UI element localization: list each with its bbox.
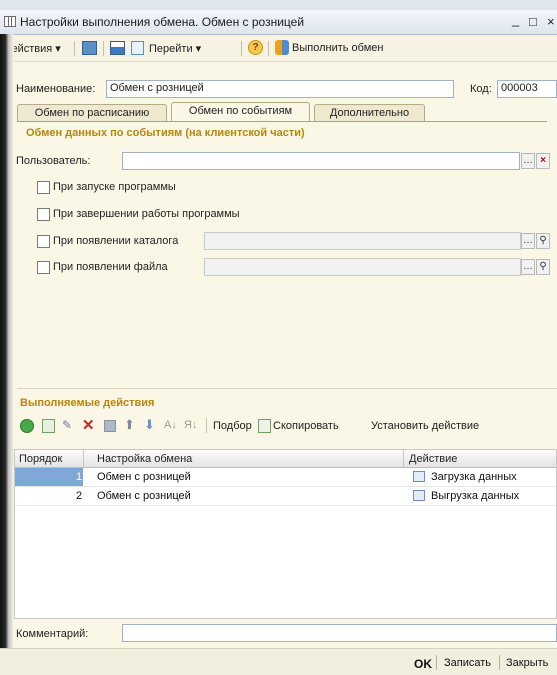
minimize-button[interactable]: _ [512,12,519,27]
window-left-edge [0,34,14,648]
toolbar-separator [74,41,75,56]
user-label: Пользователь: [16,155,91,167]
section-divider [17,388,557,389]
user-clear-button[interactable]: × [536,153,550,169]
window-title: Настройки выполнения обмена. Обмен с роз… [20,15,305,29]
footer-separator [499,655,500,670]
toolbar-separator [103,41,104,56]
toolbar-separator [206,418,207,433]
user-select-button[interactable]: … [521,153,535,169]
form-icon [4,16,16,27]
sort-ascending-icon[interactable]: A↓ [164,418,177,432]
title-bar: Настройки выполнения обмена. Обмен с роз… [0,10,557,35]
table-header: Порядок Настройка обмена Действие [15,450,556,468]
toolbar-separator [241,41,242,56]
actions-table[interactable]: Порядок Настройка обмена Действие 1 Обме… [14,449,557,619]
table-row[interactable]: 1 Обмен с розницей Загрузка данных [15,468,556,487]
file-select-button[interactable]: … [521,259,535,275]
row-setting: Обмен с розницей [97,490,191,502]
delete-row-icon[interactable]: ✕ [82,418,95,433]
tab-events[interactable]: Обмен по событиям [171,102,310,122]
code-field[interactable]: 000003 [497,80,557,98]
goto-menu[interactable]: Перейти ▾ [149,42,201,55]
tab-additional[interactable]: Дополнительно [314,104,425,122]
copy-button[interactable]: Скопировать [273,420,339,432]
on-shutdown-checkbox[interactable] [37,208,50,221]
help-icon[interactable]: ? [248,40,263,55]
user-field[interactable] [122,152,520,170]
column-separator [403,450,404,467]
file-path-field[interactable] [204,258,521,276]
row-setting: Обмен с розницей [97,471,191,483]
events-group-title: Обмен данных по событиям (на клиентской … [26,127,305,139]
close-window-button[interactable]: × [547,14,555,29]
maximize-button[interactable]: □ [529,14,537,29]
row-order: 2 [76,490,83,502]
execute-exchange-icon[interactable] [275,40,289,55]
sort-descending-icon[interactable]: Я↓ [184,418,197,432]
row-action: Загрузка данных [431,471,517,483]
document-icon[interactable] [131,41,144,55]
save-button[interactable]: Записать [444,657,491,669]
comment-field[interactable] [122,624,557,642]
execute-exchange-button[interactable]: Выполнить обмен [292,42,383,54]
load-data-icon [413,471,425,482]
footer-separator [436,655,437,670]
ok-button[interactable]: OK [414,657,432,671]
selected-cell [15,468,83,486]
on-file-checkbox[interactable] [37,261,50,274]
move-down-icon[interactable]: ⬇ [144,418,155,432]
on-startup-checkbox[interactable] [37,181,50,194]
column-order[interactable]: Порядок [19,453,62,465]
column-separator [83,450,84,467]
on-catalog-label: При появлении каталога [53,235,179,247]
main-toolbar: Действия ▾ Перейти ▾ ? Выполнить обмен [0,35,557,62]
column-setting[interactable]: Настройка обмена [97,453,192,465]
edit-row-icon[interactable]: ✎ [62,419,75,432]
comment-label: Комментарий: [16,628,89,640]
move-up-icon[interactable]: ⬆ [124,418,135,432]
actions-toolbar: ✎ ✕ ⬆ ⬇ A↓ Я↓ Подбор Скопировать Установ… [14,415,557,437]
code-label: Код: [470,83,492,95]
footer-bar: OK Записать Закрыть [0,648,557,675]
save-icon[interactable] [82,41,97,55]
actions-title: Выполняемые действия [20,397,155,409]
name-field[interactable]: Обмен с розницей [106,80,454,98]
unload-data-icon [413,490,425,501]
set-action-button[interactable]: Установить действие [371,420,479,432]
table-row[interactable]: 2 Обмен с розницей Выгрузка данных [15,487,556,506]
copy-icon[interactable] [258,419,271,433]
end-edit-icon[interactable] [104,420,116,432]
catalog-select-button[interactable]: … [521,233,535,249]
name-label: Наименование: [16,83,96,95]
settings-window: Настройки выполнения обмена. Обмен с роз… [0,0,557,675]
copy-row-icon[interactable] [42,419,55,433]
catalog-path-field[interactable] [204,232,521,250]
goto-menu-label: Перейти [149,43,193,55]
on-shutdown-label: При завершении работы программы [53,208,240,220]
on-startup-label: При запуске программы [53,181,176,193]
on-catalog-checkbox[interactable] [37,235,50,248]
row-action: Выгрузка данных [431,490,520,502]
column-action[interactable]: Действие [409,453,457,465]
row-order: 1 [76,471,83,483]
tab-divider [17,121,547,122]
add-row-icon[interactable] [20,419,34,433]
file-search-icon[interactable]: ⚲ [536,259,550,275]
toolbar-separator [268,41,269,56]
selection-button[interactable]: Подбор [213,420,252,432]
close-button[interactable]: Закрыть [506,657,548,669]
catalog-search-icon[interactable]: ⚲ [536,233,550,249]
tab-schedule[interactable]: Обмен по расписанию [17,104,167,122]
on-file-label: При появлении файла [53,261,168,273]
grid-view-icon[interactable] [110,41,125,55]
